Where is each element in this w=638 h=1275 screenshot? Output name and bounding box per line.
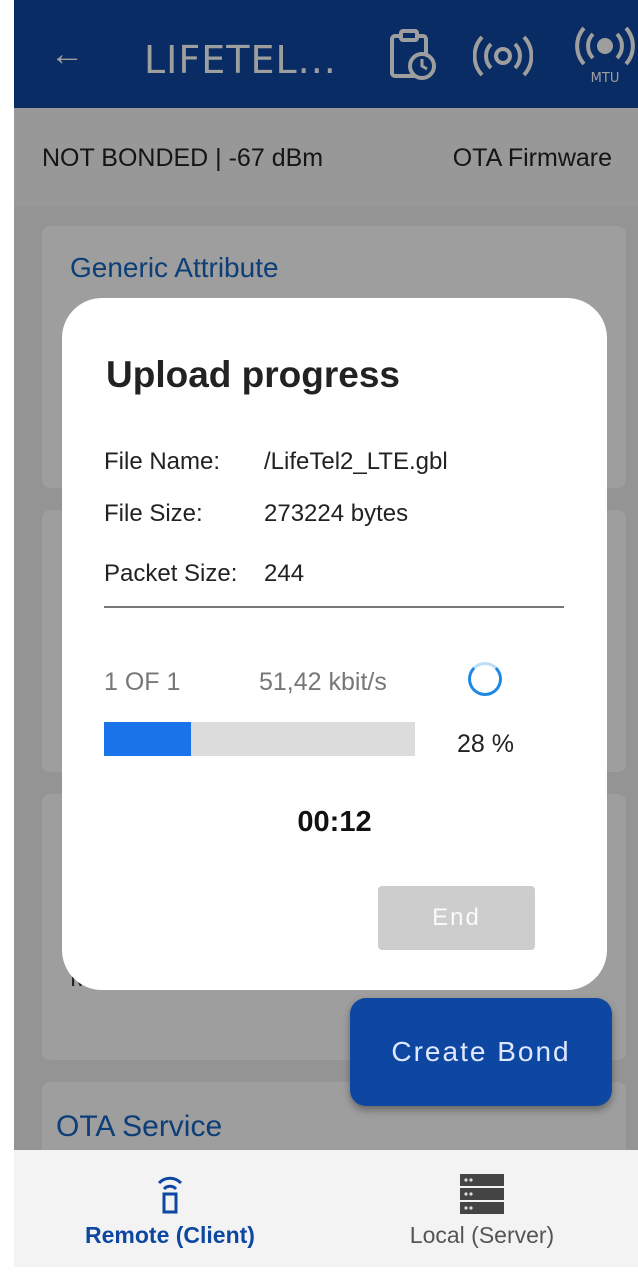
upload-progress-fill	[104, 722, 192, 756]
file-size-value: 273224 bytes	[264, 500, 409, 527]
dialog-divider	[104, 606, 564, 608]
file-name-label: File Name:	[104, 448, 221, 475]
nav-item-local-server[interactable]: Local (Server)	[326, 1150, 638, 1267]
server-icon	[460, 1174, 504, 1214]
dialog-title: Upload progress	[106, 354, 400, 395]
progress-percent: 28 %	[457, 730, 514, 758]
nav-label: Remote (Client)	[85, 1222, 255, 1248]
nav-label: Local (Server)	[409, 1222, 555, 1248]
packet-size-label: Packet Size:	[104, 560, 238, 587]
remote-broadcast-icon	[157, 1176, 183, 1214]
file-size-label: File Size:	[104, 500, 203, 527]
upload-progress-dialog: Upload progress File Name: /LifeTel2_LTE…	[62, 298, 607, 990]
elapsed-timer: 00:12	[297, 806, 372, 838]
transfer-speed: 51,42 kbit/s	[259, 668, 387, 696]
upload-progress-bar	[104, 722, 415, 756]
file-count: 1 OF 1	[104, 668, 181, 696]
bottom-navigation: Remote (Client) Local (Server)	[14, 1150, 638, 1267]
packet-size-value: 244	[264, 560, 305, 587]
nav-item-remote-client[interactable]: Remote (Client)	[14, 1150, 326, 1267]
end-button[interactable]: End	[378, 886, 535, 950]
create-bond-button[interactable]: Create Bond	[350, 998, 612, 1106]
file-name-value: /LifeTel2_LTE.gbl	[264, 448, 448, 475]
loading-spinner-icon	[468, 662, 502, 696]
